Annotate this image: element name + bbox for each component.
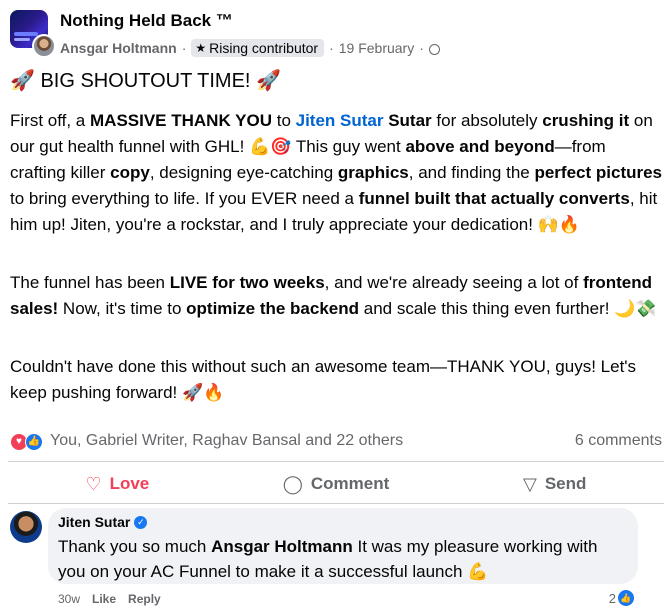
divider xyxy=(8,503,664,504)
comment-footer: 30w Like Reply xyxy=(58,592,161,606)
like-reaction-icon: 👍 xyxy=(618,590,634,606)
post-paragraph-3: Couldn't have done this without such an … xyxy=(10,357,637,402)
contributor-badge[interactable]: ★ Rising contributor xyxy=(191,39,325,57)
speech-bubble-icon: ◯ xyxy=(282,473,303,494)
send-icon: ▽ xyxy=(522,473,537,494)
meta-separator: · xyxy=(419,40,424,56)
star-icon: ★ xyxy=(195,41,207,55)
comment-button[interactable]: ◯ Comment xyxy=(227,466,446,502)
comment-likes-count: 2 xyxy=(608,590,616,606)
group-name[interactable]: Nothing Held Back ™ xyxy=(60,11,233,31)
post-header: Nothing Held Back ™ Ansgar Holtmann · ★ … xyxy=(10,8,660,60)
comment-likes[interactable]: 2 👍 xyxy=(609,590,634,606)
post-paragraph-1: First off, a MASSIVE THANK YOU to Jiten … xyxy=(10,111,663,234)
badge-label: Rising contributor xyxy=(209,40,319,56)
love-label: Love xyxy=(109,474,150,493)
comment-text: Thank you so much Ansgar Holtmann It was… xyxy=(58,537,598,581)
action-bar: ♡ Love ◯ Comment ▽ Send xyxy=(8,466,664,502)
post-paragraph-2: The funnel has been LIVE for two weeks, … xyxy=(10,273,657,318)
comment-label: Comment xyxy=(310,474,390,493)
author-name[interactable]: Ansgar Holtmann xyxy=(60,40,177,56)
comment-author[interactable]: Jiten Sutar ✓ xyxy=(58,514,148,530)
verified-icon: ✓ xyxy=(134,515,148,529)
comments-count[interactable]: 6 comments xyxy=(575,432,662,450)
post-title: 🚀 BIG SHOUTOUT TIME! 🚀 xyxy=(10,70,281,92)
send-button[interactable]: ▽ Send xyxy=(445,466,664,502)
author-avatar[interactable] xyxy=(32,34,56,58)
post-date[interactable]: 19 February xyxy=(339,40,414,56)
comment-mention[interactable]: Ansgar Holtmann xyxy=(211,537,353,556)
comment-time[interactable]: 30w xyxy=(58,592,80,606)
send-label: Send xyxy=(544,474,587,493)
like-reaction-icon: 👍 xyxy=(25,433,43,451)
globe-icon xyxy=(428,43,440,55)
divider xyxy=(8,461,664,462)
comment-author-name[interactable]: Jiten Sutar xyxy=(58,514,130,530)
meta-separator: · xyxy=(329,40,334,56)
reaction-summary[interactable]: ♥ 👍 You, Gabriel Writer, Raghav Bansal a… xyxy=(8,430,664,454)
meta-separator: · xyxy=(181,40,187,56)
mention-link[interactable]: Jiten Sutar xyxy=(296,111,384,130)
comment-reply-button[interactable]: Reply xyxy=(128,592,161,606)
comment-bubble: Jiten Sutar ✓ Thank you so much Ansgar H… xyxy=(48,508,638,584)
love-button[interactable]: ♡ Love xyxy=(8,466,227,502)
reaction-icons: ♥ 👍 xyxy=(8,433,48,451)
commenter-avatar[interactable] xyxy=(10,511,42,543)
reaction-names[interactable]: You, Gabriel Writer, Raghav Bansal and 2… xyxy=(50,432,403,450)
post-meta: Ansgar Holtmann · ★ Rising contributor ·… xyxy=(60,39,440,57)
comment-like-button[interactable]: Like xyxy=(92,592,116,606)
heart-icon: ♡ xyxy=(85,473,102,494)
